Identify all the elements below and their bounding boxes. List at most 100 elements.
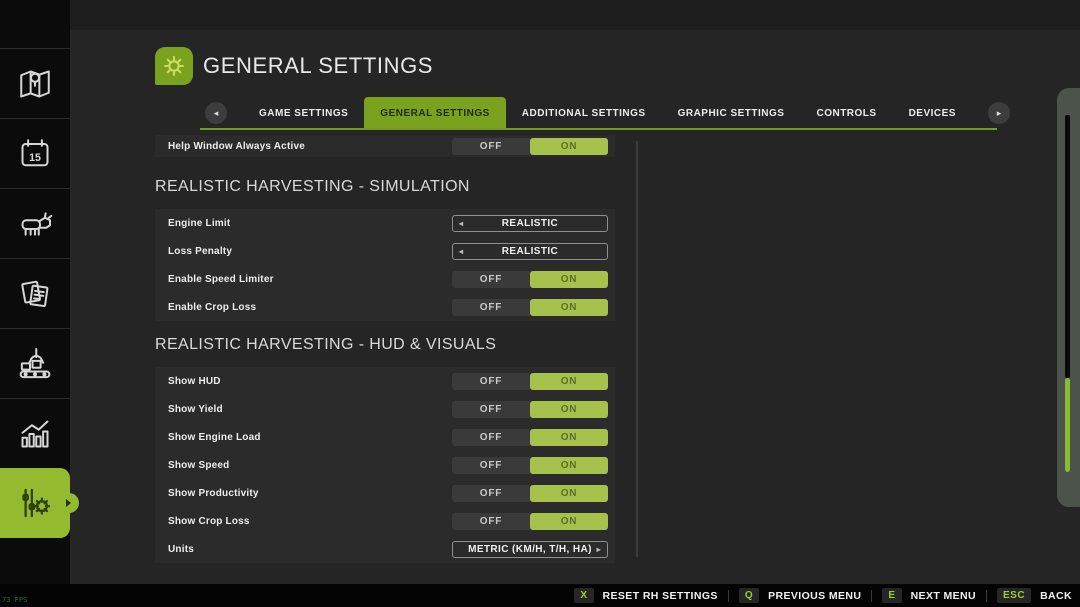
- toggle-off-button[interactable]: OFF: [452, 138, 530, 155]
- show-engine-load-toggle[interactable]: OFF ON: [452, 429, 608, 446]
- settings-panel-hud: Show HUD OFF ON Show Yield OFF ON Show E…: [155, 367, 615, 563]
- sidebar-item-settings[interactable]: [0, 468, 70, 538]
- units-selector[interactable]: METRIC (KM/H, T/H, HA) ▸: [452, 541, 608, 558]
- page-gear-icon: [155, 47, 193, 85]
- hint-label: PREVIOUS MENU: [768, 590, 861, 602]
- toggle-on-button[interactable]: ON: [530, 457, 608, 474]
- show-speed-toggle[interactable]: OFF ON: [452, 457, 608, 474]
- tab-additional-settings[interactable]: ADDITIONAL SETTINGS: [506, 97, 662, 129]
- setting-row-show-engine-load: Show Engine Load OFF ON: [155, 423, 615, 451]
- calendar-icon: 15: [15, 134, 55, 174]
- tab-game-settings[interactable]: GAME SETTINGS: [243, 97, 364, 129]
- setting-row-enable-crop-loss: Enable Crop Loss OFF ON: [155, 293, 615, 321]
- toggle-on-button[interactable]: ON: [530, 513, 608, 530]
- settings-list: Help Window Always Active OFF ON REALIST…: [155, 135, 615, 563]
- sidebar-item-statistics[interactable]: [0, 398, 70, 468]
- tab-devices[interactable]: DEVICES: [893, 97, 972, 129]
- setting-label: Show HUD: [168, 376, 452, 387]
- toggle-off-button[interactable]: OFF: [452, 485, 530, 502]
- hint-label: BACK: [1040, 590, 1072, 602]
- setting-row-show-crop-loss: Show Crop Loss OFF ON: [155, 507, 615, 535]
- sidebar-item-production[interactable]: [0, 328, 70, 398]
- toggle-off-button[interactable]: OFF: [452, 299, 530, 316]
- calendar-day-label: 15: [29, 151, 41, 163]
- production-icon: [15, 344, 55, 384]
- setting-row-show-hud: Show HUD OFF ON: [155, 367, 615, 395]
- next-arrow-icon: ▸: [997, 108, 1002, 119]
- tab-bar: ◂ GAME SETTINGS GENERAL SETTINGS ADDITIO…: [205, 97, 1010, 129]
- toggle-on-button[interactable]: ON: [530, 485, 608, 502]
- setting-row-enable-speed-limiter: Enable Speed Limiter OFF ON: [155, 265, 615, 293]
- setting-label: Enable Speed Limiter: [168, 274, 452, 285]
- toggle-on-button[interactable]: ON: [530, 271, 608, 288]
- toggle-off-button[interactable]: OFF: [452, 429, 530, 446]
- cow-icon: [15, 204, 55, 244]
- selector-value: METRIC (KM/H, T/H, HA): [468, 544, 592, 555]
- toggle-off-button[interactable]: OFF: [452, 513, 530, 530]
- selector-left-arrow-icon[interactable]: ◂: [459, 216, 463, 231]
- page-scrollbar-thumb[interactable]: [1065, 378, 1070, 472]
- hint-previous-menu[interactable]: Q PREVIOUS MENU: [739, 588, 862, 603]
- loss-penalty-selector[interactable]: ◂ REALISTIC: [452, 243, 608, 260]
- setting-row-help-window: Help Window Always Active OFF ON: [155, 135, 615, 157]
- enable-speed-limiter-toggle[interactable]: OFF ON: [452, 271, 608, 288]
- bottom-bar: 73 FPS X RESET RH SETTINGS Q PREVIOUS ME…: [0, 584, 1080, 607]
- sidebar-item-animals[interactable]: [0, 188, 70, 258]
- selector-value: REALISTIC: [502, 218, 558, 229]
- toggle-on-button[interactable]: ON: [530, 429, 608, 446]
- hint-reset-rh-settings[interactable]: X RESET RH SETTINGS: [574, 588, 717, 603]
- map-icon: [15, 64, 55, 104]
- setting-label: Engine Limit: [168, 218, 452, 229]
- show-crop-loss-toggle[interactable]: OFF ON: [452, 513, 608, 530]
- settings-scrollbar-track[interactable]: [636, 141, 638, 557]
- tabs-prev-button[interactable]: ◂: [205, 102, 227, 124]
- show-hud-toggle[interactable]: OFF ON: [452, 373, 608, 390]
- enable-crop-loss-toggle[interactable]: OFF ON: [452, 299, 608, 316]
- page-scrollbar-track[interactable]: [1065, 115, 1070, 378]
- toggle-on-button[interactable]: ON: [530, 401, 608, 418]
- key-badge-e: E: [882, 588, 901, 603]
- hint-back[interactable]: ESC BACK: [997, 588, 1072, 603]
- tab-controls[interactable]: CONTROLS: [800, 97, 892, 129]
- engine-limit-selector[interactable]: ◂ REALISTIC: [452, 215, 608, 232]
- setting-label: Loss Penalty: [168, 246, 452, 257]
- tabs-next-button[interactable]: ▸: [988, 102, 1010, 124]
- settings-panel-simulation: Engine Limit ◂ REALISTIC Loss Penalty ◂ …: [155, 209, 615, 321]
- toggle-off-button[interactable]: OFF: [452, 373, 530, 390]
- sidebar-spacer: [0, 0, 70, 48]
- sidebar-item-contracts[interactable]: [0, 258, 70, 328]
- toggle-on-button[interactable]: ON: [530, 373, 608, 390]
- hint-separator: [728, 590, 729, 602]
- hint-next-menu[interactable]: E NEXT MENU: [882, 588, 976, 603]
- toggle-on-button[interactable]: ON: [530, 138, 608, 155]
- tab-general-settings[interactable]: GENERAL SETTINGS: [364, 97, 506, 129]
- sidebar-item-calendar[interactable]: 15: [0, 118, 70, 188]
- settings-sliders-icon: [15, 483, 55, 523]
- toggle-off-button[interactable]: OFF: [452, 457, 530, 474]
- key-badge-esc: ESC: [997, 588, 1031, 603]
- setting-row-show-speed: Show Speed OFF ON: [155, 451, 615, 479]
- hint-label: NEXT MENU: [911, 590, 976, 602]
- setting-label: Show Productivity: [168, 488, 452, 499]
- selector-value: REALISTIC: [502, 246, 558, 257]
- help-window-toggle[interactable]: OFF ON: [452, 138, 608, 155]
- statistics-icon: [15, 414, 55, 454]
- toggle-off-button[interactable]: OFF: [452, 271, 530, 288]
- show-yield-toggle[interactable]: OFF ON: [452, 401, 608, 418]
- selector-left-arrow-icon[interactable]: ◂: [459, 244, 463, 259]
- selector-right-arrow-icon[interactable]: ▸: [597, 542, 601, 557]
- setting-label: Units: [168, 544, 452, 555]
- section-title-hud-visuals: REALISTIC HARVESTING - HUD & VISUALS: [155, 336, 615, 354]
- top-strip: [70, 0, 1080, 30]
- sidebar-item-map[interactable]: [0, 48, 70, 118]
- hint-separator: [871, 590, 872, 602]
- show-productivity-toggle[interactable]: OFF ON: [452, 485, 608, 502]
- key-hints: X RESET RH SETTINGS Q PREVIOUS MENU E NE…: [574, 584, 1072, 607]
- tab-graphic-settings[interactable]: GRAPHIC SETTINGS: [662, 97, 801, 129]
- toggle-on-button[interactable]: ON: [530, 299, 608, 316]
- settings-panel-top: Help Window Always Active OFF ON: [155, 135, 615, 157]
- setting-row-loss-penalty: Loss Penalty ◂ REALISTIC: [155, 237, 615, 265]
- setting-row-show-productivity: Show Productivity OFF ON: [155, 479, 615, 507]
- toggle-off-button[interactable]: OFF: [452, 401, 530, 418]
- key-badge-q: Q: [739, 588, 759, 603]
